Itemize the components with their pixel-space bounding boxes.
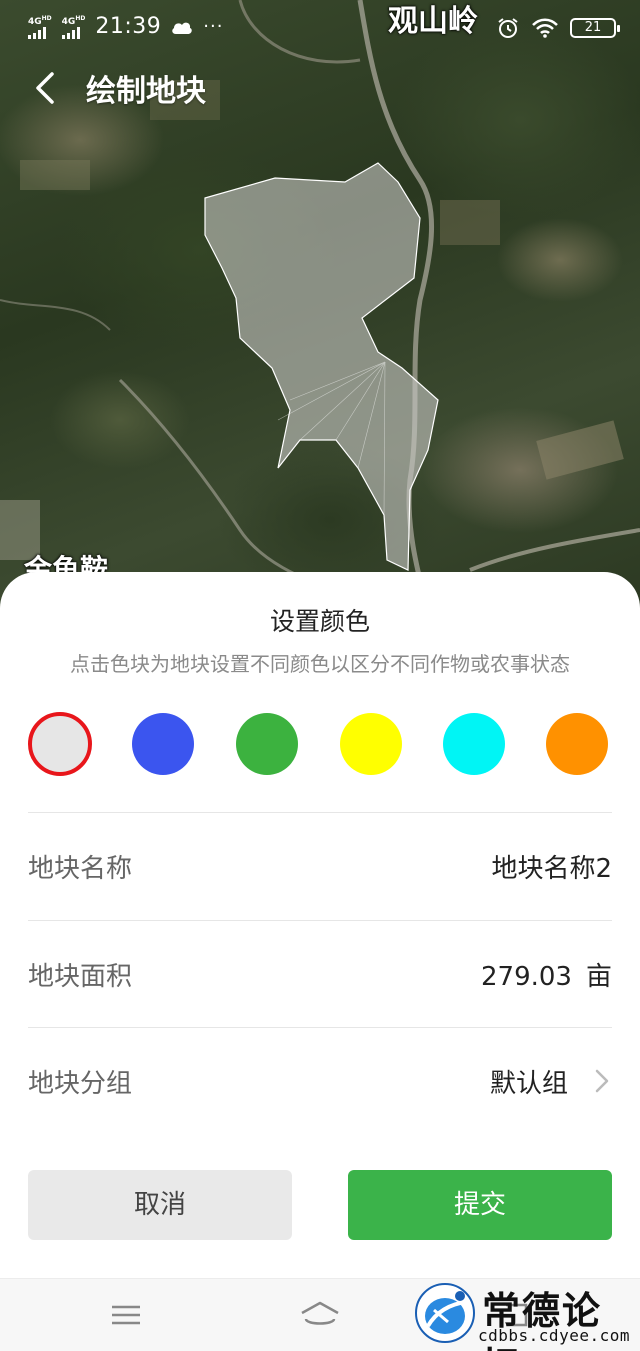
- forum-watermark-url: cdbbs.cdyee.com: [478, 1326, 630, 1345]
- back-chevron-left-icon[interactable]: [32, 68, 62, 108]
- color-swatch-green[interactable]: [236, 713, 298, 775]
- divider: [28, 1027, 612, 1028]
- home-icon[interactable]: [298, 1297, 342, 1333]
- cancel-button[interactable]: 取消: [28, 1170, 292, 1240]
- divider: [28, 920, 612, 921]
- plot-area-label: 地块面积: [28, 962, 133, 992]
- chevron-right-icon: [595, 1069, 609, 1093]
- menu-icon[interactable]: [106, 1297, 146, 1333]
- color-settings-sheet: 设置颜色 点击色块为地块设置不同颜色以区分不同作物或农事状态 地块名称 地块名称…: [0, 572, 640, 1280]
- color-swatch-row: [28, 712, 612, 778]
- plot-name-value[interactable]: 地块名称2: [491, 848, 612, 885]
- plot-area-value: 279.03: [481, 962, 572, 992]
- forum-logo-icon: [415, 1283, 475, 1343]
- color-swatch-yellow[interactable]: [340, 713, 402, 775]
- forum-watermark: 常德论坛 cdbbs.cdyee.com: [412, 1280, 640, 1351]
- page-title: 绘制地块: [86, 74, 206, 109]
- sheet-subtitle: 点击色块为地块设置不同颜色以区分不同作物或农事状态: [70, 652, 570, 676]
- color-swatch-orange[interactable]: [546, 713, 608, 775]
- divider: [28, 812, 612, 813]
- color-swatch-cyan[interactable]: [443, 713, 505, 775]
- signal-1-icon: 4GHD: [28, 14, 52, 39]
- plot-name-row[interactable]: 地块名称 地块名称2: [28, 814, 612, 920]
- title-bar: 绘制地块: [0, 58, 640, 118]
- plot-polygon: [204, 162, 439, 571]
- alarm-icon: [498, 18, 518, 38]
- more-notifications-icon: ···: [203, 16, 224, 37]
- plot-area-unit: 亩: [585, 962, 612, 992]
- color-swatch-blue[interactable]: [132, 713, 194, 775]
- signal-2-icon: 4GHD: [61, 14, 85, 39]
- submit-button[interactable]: 提交: [348, 1170, 612, 1240]
- color-swatch-gray[interactable]: [28, 712, 92, 776]
- wifi-icon: [532, 18, 558, 38]
- plot-group-label: 地块分组: [28, 1069, 133, 1099]
- plot-name-label: 地块名称: [28, 854, 133, 884]
- clock: 21:39: [95, 14, 162, 39]
- cloud-icon: [172, 22, 192, 34]
- plot-group-row[interactable]: 地块分组 默认组: [28, 1029, 612, 1135]
- plot-area-row: 地块面积 279.03 亩: [28, 922, 612, 1028]
- sheet-title: 设置颜色: [269, 607, 370, 636]
- plot-area-value-group: 279.03 亩: [481, 956, 612, 993]
- plot-group-value: 默认组: [489, 1069, 568, 1099]
- status-bar: 4GHD 4GHD 21:39 ··· 21: [0, 0, 640, 58]
- battery-icon: 21: [570, 18, 620, 38]
